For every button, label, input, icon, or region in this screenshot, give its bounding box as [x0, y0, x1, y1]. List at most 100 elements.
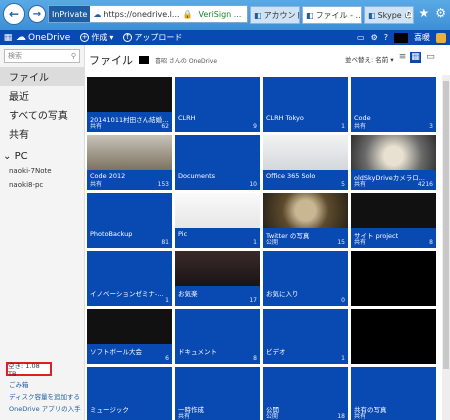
folder-caption: Code 2012 共有 153 — [87, 170, 172, 190]
address-bar[interactable]: InPrivate ☁ https://onedrive.l... 🔒 Veri… — [48, 5, 248, 23]
folder-tile[interactable]: Documents 10 — [175, 135, 260, 190]
folder-shared-label: 共有 — [90, 123, 103, 130]
sidebar-item-files[interactable]: ファイル — [0, 67, 84, 86]
certificate-label[interactable]: VeriSign ... — [199, 10, 242, 19]
file-grid: 20141011村田さん結婚式-... 共有 62 CLRH 9 CLRH Tokyo 1 C… — [87, 77, 437, 420]
folder-item-count: 1 — [341, 355, 345, 362]
sort-dropdown[interactable]: 並べ替え: 名前 ▾ — [345, 54, 394, 64]
folder-tile[interactable] — [351, 309, 436, 364]
upload-button[interactable]: ↑ アップロード — [123, 32, 182, 43]
scrollbar[interactable] — [442, 75, 450, 420]
folder-item-count: 3 — [429, 123, 433, 130]
sidebar-item-shared[interactable]: 共有 — [0, 124, 84, 143]
tab-account[interactable]: ◧ アカウント — [250, 6, 300, 24]
folder-caption: Twitter の写真 公開 15 — [263, 228, 348, 248]
folder-name: イノベーションゼミナ-ハンズ- — [90, 290, 169, 298]
folder-tile[interactable]: ソフトボール大会 6 — [87, 309, 172, 364]
folder-tile[interactable]: CLRH 9 — [175, 77, 260, 132]
folder-tile[interactable]: Code 共有 3 — [351, 77, 436, 132]
ie-toolbar-icons: ⌂ ★ ⚙ — [405, 6, 446, 20]
folder-tile[interactable]: サイト project 共有 8 — [351, 193, 436, 248]
user-name[interactable]: 喜暖 — [414, 32, 430, 43]
recycle-bin-link[interactable]: ごみ箱 — [9, 379, 29, 389]
folder-caption: お気に入り 0 — [263, 286, 348, 306]
sidebar-item-recent[interactable]: 最近 — [0, 86, 84, 105]
gear-icon[interactable]: ⚙ — [371, 33, 378, 42]
details-view-icon[interactable]: ≡ — [397, 52, 408, 63]
user-name-redacted — [394, 32, 408, 43]
folder-item-count: 10 — [249, 181, 257, 188]
forward-button[interactable]: → — [28, 5, 46, 23]
home-icon[interactable]: ⌂ — [405, 6, 413, 20]
folder-caption: お気楽 17 — [175, 286, 260, 306]
folder-shared-label: 共有 — [354, 239, 367, 246]
back-button[interactable]: ← — [3, 3, 25, 25]
settings-gear-icon[interactable]: ⚙ — [435, 6, 446, 20]
folder-item-count: 6 — [165, 355, 169, 362]
folder-tile[interactable]: Pic 1 — [175, 193, 260, 248]
folder-thumbnail — [263, 135, 348, 170]
folder-tile[interactable]: ビデオ 1 — [263, 309, 348, 364]
add-storage-link[interactable]: ディスク容量を追加する — [9, 391, 80, 401]
details-pane-icon[interactable]: ▭ — [425, 52, 436, 63]
sidebar-pc-header[interactable]: ⌄ PC — [0, 149, 84, 164]
folder-thumbnail — [263, 193, 348, 228]
folder-tile[interactable]: 共有の写真 共有 — [351, 367, 436, 420]
avatar[interactable] — [436, 32, 446, 43]
folder-name: CLRH Tokyo — [266, 114, 304, 122]
folder-tile[interactable]: oldSkyDriveカメラロ... 共有 4216 — [351, 135, 436, 190]
page-title: ファイル — [89, 54, 133, 67]
folder-name: ミュージック — [90, 406, 129, 414]
tab-favicon-icon: ◧ — [368, 10, 376, 20]
folder-tile[interactable]: 公開 公開 18 — [263, 367, 348, 420]
onedrive-logo[interactable]: ☁ OneDrive — [16, 32, 70, 43]
folder-tile[interactable]: Code 2012 共有 153 — [87, 135, 172, 190]
folder-tile[interactable]: CLRH Tokyo 1 — [263, 77, 348, 132]
create-button[interactable]: + 作成 ▾ — [80, 32, 113, 43]
folder-tile[interactable]: お気に入り 0 — [263, 251, 348, 306]
folder-tile[interactable]: Office 365 Solo 5 — [263, 135, 348, 190]
folder-item-count: 5 — [341, 181, 345, 188]
sidebar-item-all-photos[interactable]: すべての写真 — [0, 105, 84, 124]
folder-tile[interactable]: お気楽 17 — [175, 251, 260, 306]
help-icon[interactable]: ? — [384, 33, 388, 42]
folder-shared-label: 共有 — [354, 413, 367, 420]
search-icon[interactable]: ⚲ — [71, 52, 76, 60]
folder-item-count: 17 — [249, 297, 257, 304]
onedrive-topbar: ▦ ☁ OneDrive + 作成 ▾ ↑ アップロード ▭ ⚙ ? 喜暖 — [0, 30, 450, 45]
search-input[interactable]: 検索 ⚲ — [4, 49, 80, 63]
app-launcher-icon[interactable]: ▦ — [0, 33, 16, 43]
favorites-star-icon[interactable]: ★ — [418, 6, 429, 20]
folder-thumbnail — [351, 135, 436, 170]
get-app-link[interactable]: OneDrive アプリの入手 — [9, 403, 81, 413]
folder-tile[interactable]: ドキュメント 8 — [175, 309, 260, 364]
folder-item-count: 8 — [253, 355, 257, 362]
folder-caption: ミュージック — [87, 402, 172, 420]
chat-icon[interactable]: ▭ — [357, 33, 365, 42]
thumbnail-view-icon[interactable]: ▦ — [410, 52, 421, 63]
folder-tile[interactable]: Twitter の写真 公開 15 — [263, 193, 348, 248]
folder-item-count: 18 — [337, 413, 345, 420]
folder-tile[interactable]: 20141011村田さん結婚式-... 共有 62 — [87, 77, 172, 132]
tab-files[interactable]: ◧ ファイル - ... × — [302, 6, 362, 24]
sidebar-pc-item[interactable]: naoki-7Note — [0, 164, 84, 178]
folder-thumbnail — [175, 193, 260, 228]
folder-tile[interactable]: イノベーションゼミナ-ハンズ-1 — [87, 251, 172, 306]
folder-item-count: 4216 — [417, 181, 433, 188]
folder-thumbnail — [175, 251, 260, 286]
folder-shared-label: 共有 — [178, 413, 191, 420]
folder-tile[interactable] — [351, 251, 436, 306]
browser-chrome: ← → InPrivate ☁ https://onedrive.l... 🔒 … — [0, 0, 450, 30]
scrollbar-thumb[interactable] — [443, 81, 449, 369]
folder-tile[interactable]: 一時作成 共有 — [175, 367, 260, 420]
folder-caption: Office 365 Solo 5 — [263, 170, 348, 190]
storage-quota[interactable]: 空き: 1.08 TB — [6, 362, 52, 378]
address-url[interactable]: https://onedrive.l... — [103, 10, 179, 19]
folder-item-count: 62 — [161, 123, 169, 130]
folder-item-count: 1 — [165, 297, 169, 304]
folder-tile[interactable]: PhotoBackup 81 — [87, 193, 172, 248]
sidebar-pc-item[interactable]: naoki8-pc — [0, 178, 84, 192]
folder-name: ドキュメント — [178, 348, 217, 356]
folder-tile[interactable]: ミュージック — [87, 367, 172, 420]
folder-item-count: 1 — [253, 239, 257, 246]
